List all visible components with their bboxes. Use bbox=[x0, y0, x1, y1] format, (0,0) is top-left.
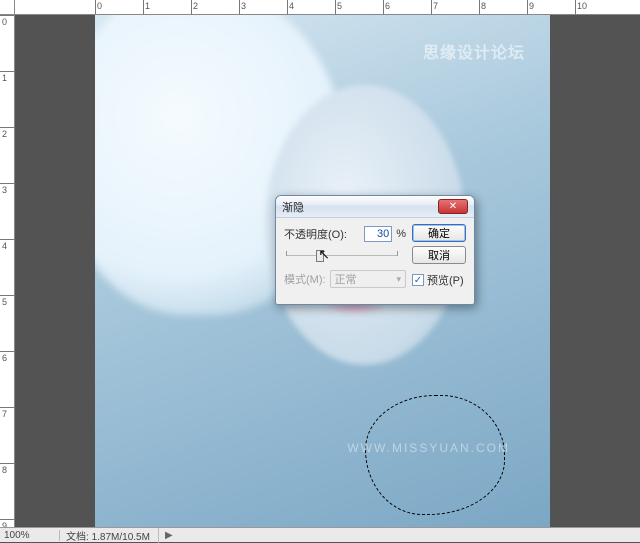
marquee-selection[interactable] bbox=[365, 395, 505, 515]
opacity-slider[interactable]: ↖ bbox=[286, 248, 398, 264]
slider-tick bbox=[286, 251, 287, 256]
mode-value: 正常 bbox=[335, 271, 357, 287]
dialog-title: 渐隐 bbox=[282, 199, 438, 215]
preview-label: 预览(P) bbox=[427, 272, 464, 288]
ruler-vertical[interactable]: 0123456789 bbox=[0, 15, 15, 542]
dialog-body: 不透明度(O): % ↖ 模式(M): 正常 bbox=[276, 218, 474, 304]
watermark-text: 思缘设计论坛 bbox=[423, 39, 525, 63]
checkbox-icon: ✓ bbox=[412, 274, 424, 286]
dialog-titlebar[interactable]: 渐隐 ✕ bbox=[276, 196, 474, 218]
opacity-label: 不透明度(O): bbox=[284, 226, 347, 242]
doc-size[interactable]: 文档: 1.87M/10.5M bbox=[60, 528, 159, 543]
status-arrow-icon[interactable]: ▶ bbox=[159, 530, 173, 541]
fade-dialog: 渐隐 ✕ 不透明度(O): % ↖ 模式(M): bbox=[275, 195, 475, 305]
close-button[interactable]: ✕ bbox=[438, 199, 468, 214]
status-bar: 100% 文档: 1.87M/10.5M ▶ bbox=[0, 527, 640, 542]
preview-checkbox[interactable]: ✓ 预览(P) bbox=[412, 272, 466, 288]
ruler-origin[interactable] bbox=[0, 0, 15, 15]
slider-tick bbox=[397, 251, 398, 256]
close-icon: ✕ bbox=[449, 201, 457, 212]
slider-track-line bbox=[286, 255, 398, 256]
cancel-button[interactable]: 取消 bbox=[412, 246, 466, 264]
ok-button[interactable]: 确定 bbox=[412, 224, 466, 242]
watermark-url: WWW.MISSYUAN.COM bbox=[347, 441, 510, 455]
dialog-buttons: 确定 取消 ✓ 预览(P) bbox=[412, 224, 466, 288]
cursor-icon: ↖ bbox=[318, 246, 330, 263]
zoom-level[interactable]: 100% bbox=[0, 530, 60, 541]
mode-select: 正常 bbox=[330, 270, 406, 288]
mode-label: 模式(M): bbox=[284, 271, 326, 287]
ruler-horizontal[interactable]: 012345678910 bbox=[15, 0, 640, 15]
percent-label: % bbox=[396, 228, 406, 240]
opacity-input[interactable] bbox=[364, 226, 392, 242]
